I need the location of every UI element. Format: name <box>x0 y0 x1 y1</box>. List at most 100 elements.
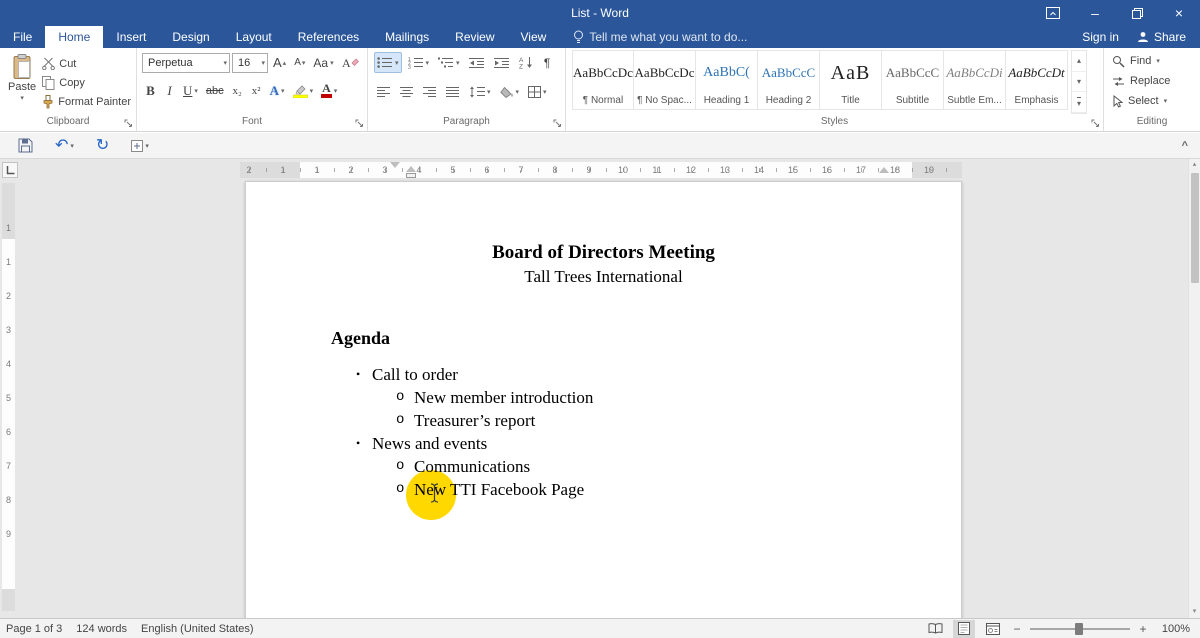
list-item[interactable]: oNew TTI Facebook Page <box>246 478 961 501</box>
tab-layout[interactable]: Layout <box>223 26 285 48</box>
style-item[interactable]: AaBbCcDiSubtle Em... <box>944 50 1006 110</box>
show-hide-marks-button[interactable]: ¶ <box>539 52 556 73</box>
increase-indent-button[interactable] <box>491 52 513 73</box>
italic-button[interactable]: I <box>161 80 178 101</box>
change-case-button[interactable]: Aa▾ <box>310 52 336 73</box>
text-highlight-button[interactable]: ▾ <box>290 80 317 101</box>
styles-scroll-up-button[interactable]: ▴ <box>1072 51 1086 72</box>
dialog-launcher-icon[interactable] <box>1091 119 1100 128</box>
first-line-indent-marker[interactable] <box>390 162 400 168</box>
align-right-button[interactable] <box>420 81 440 102</box>
style-item[interactable]: AaBbC(Heading 1 <box>696 50 758 110</box>
dialog-launcher-icon[interactable] <box>124 119 133 128</box>
strikethrough-button[interactable]: abc <box>203 80 227 101</box>
copy-button[interactable]: Copy <box>39 73 134 92</box>
save-button[interactable] <box>14 135 37 157</box>
scroll-up-icon[interactable]: ▴ <box>1189 160 1200 170</box>
align-left-button[interactable] <box>374 81 394 102</box>
read-mode-button[interactable] <box>924 620 946 638</box>
list-item[interactable]: oCommunications <box>246 455 961 478</box>
tab-design[interactable]: Design <box>159 26 222 48</box>
tab-mailings[interactable]: Mailings <box>372 26 442 48</box>
page-indicator[interactable]: Page 1 of 3 <box>6 623 62 635</box>
tab-home[interactable]: Home <box>45 26 103 48</box>
list-item[interactable]: oTreasurer’s report <box>246 409 961 432</box>
sort-button[interactable]: AZ <box>516 52 536 73</box>
redo-button[interactable]: ↻ <box>92 135 113 157</box>
right-indent-marker[interactable] <box>879 167 889 173</box>
document-subtitle[interactable]: Tall Trees International <box>246 265 961 289</box>
find-button[interactable]: Find ▾ <box>1104 51 1200 71</box>
text-effects-button[interactable]: A▾ <box>267 80 288 101</box>
clear-formatting-button[interactable]: A <box>339 52 362 73</box>
underline-button[interactable]: U▾ <box>180 80 201 101</box>
replace-button[interactable]: Replace <box>1104 71 1200 91</box>
bold-button[interactable]: B <box>142 80 159 101</box>
numbering-button[interactable]: 123 ▾ <box>405 52 433 73</box>
restore-button[interactable] <box>1116 0 1158 26</box>
scrollbar-thumb[interactable] <box>1191 173 1199 283</box>
superscript-button[interactable]: x² <box>248 80 265 101</box>
tab-view[interactable]: View <box>508 26 560 48</box>
tab-file[interactable]: File <box>0 26 45 48</box>
select-button[interactable]: Select ▾ <box>1104 91 1200 111</box>
align-center-button[interactable] <box>397 81 417 102</box>
grow-font-button[interactable]: A▴ <box>270 52 289 73</box>
cut-button[interactable]: Cut <box>39 54 134 73</box>
tab-review[interactable]: Review <box>442 26 507 48</box>
web-layout-button[interactable] <box>982 620 1004 638</box>
style-item[interactable]: AaBbCcCHeading 2 <box>758 50 820 110</box>
paste-button[interactable]: Paste ▾ <box>5 51 39 114</box>
zoom-in-button[interactable]: + <box>1137 622 1149 636</box>
justify-button[interactable] <box>443 81 463 102</box>
shrink-font-button[interactable]: A▾ <box>291 52 308 73</box>
minimize-button[interactable]: – <box>1074 0 1116 26</box>
sign-in-link[interactable]: Sign in <box>1082 30 1119 44</box>
dialog-launcher-icon[interactable] <box>355 119 364 128</box>
style-item[interactable]: AaBbCcDtEmphasis <box>1006 50 1068 110</box>
font-name-select[interactable]: Perpetua ▾ <box>142 53 230 73</box>
shading-button[interactable]: ▾ <box>497 81 523 102</box>
list-item[interactable]: oNew member introduction <box>246 386 961 409</box>
format-painter-button[interactable]: Format Painter <box>39 92 134 111</box>
zoom-level[interactable]: 100% <box>1156 623 1190 635</box>
style-item[interactable]: AaBbCcCSubtitle <box>882 50 944 110</box>
zoom-out-button[interactable]: − <box>1011 622 1023 636</box>
document-title[interactable]: Board of Directors Meeting <box>246 240 961 265</box>
word-count[interactable]: 124 words <box>76 623 127 635</box>
close-button[interactable]: × <box>1158 0 1200 26</box>
borders-button[interactable]: ▾ <box>525 81 550 102</box>
document-page[interactable]: Board of Directors Meeting Tall Trees In… <box>245 181 962 618</box>
scroll-down-icon[interactable]: ▾ <box>1189 607 1200 617</box>
multilevel-list-button[interactable]: ▾ <box>435 52 463 73</box>
tell-me-box[interactable]: Tell me what you want to do... <box>573 26 747 48</box>
customize-quick-access-button[interactable]: ▾ <box>127 135 153 157</box>
vertical-scrollbar[interactable]: ▴ ▾ <box>1188 159 1200 618</box>
dialog-launcher-icon[interactable] <box>553 119 562 128</box>
styles-scroll-down-button[interactable]: ▾ <box>1072 72 1086 93</box>
collapse-ribbon-button[interactable]: ^ <box>1182 140 1188 152</box>
language-indicator[interactable]: English (United States) <box>141 623 254 635</box>
style-item[interactable]: AaBTitle <box>820 50 882 110</box>
font-size-select[interactable]: 16 ▾ <box>232 53 268 73</box>
tab-references[interactable]: References <box>285 26 372 48</box>
tab-insert[interactable]: Insert <box>103 26 159 48</box>
list-item[interactable]: •News and events <box>246 432 961 455</box>
ribbon-display-options-button[interactable] <box>1032 0 1074 26</box>
document-heading[interactable]: Agenda <box>331 327 961 350</box>
print-layout-button[interactable] <box>953 620 975 638</box>
decrease-indent-button[interactable] <box>466 52 488 73</box>
undo-button[interactable]: ↶ ▾ <box>51 135 78 157</box>
zoom-slider[interactable] <box>1030 622 1130 636</box>
style-item[interactable]: AaBbCcDc¶ No Spac... <box>634 50 696 110</box>
styles-more-button[interactable]: ▾ <box>1072 92 1086 113</box>
tab-selector[interactable] <box>2 162 18 178</box>
bullets-button[interactable]: ▾ <box>374 52 402 73</box>
line-spacing-button[interactable]: ▾ <box>466 81 494 102</box>
subscript-button[interactable]: x₂ <box>229 80 246 101</box>
list-item[interactable]: •Call to order <box>246 363 961 386</box>
zoom-slider-thumb[interactable] <box>1075 623 1083 635</box>
style-item[interactable]: AaBbCcDc¶ Normal <box>572 50 634 110</box>
font-color-button[interactable]: A▾ <box>318 80 340 101</box>
share-button[interactable]: Share <box>1137 30 1186 44</box>
